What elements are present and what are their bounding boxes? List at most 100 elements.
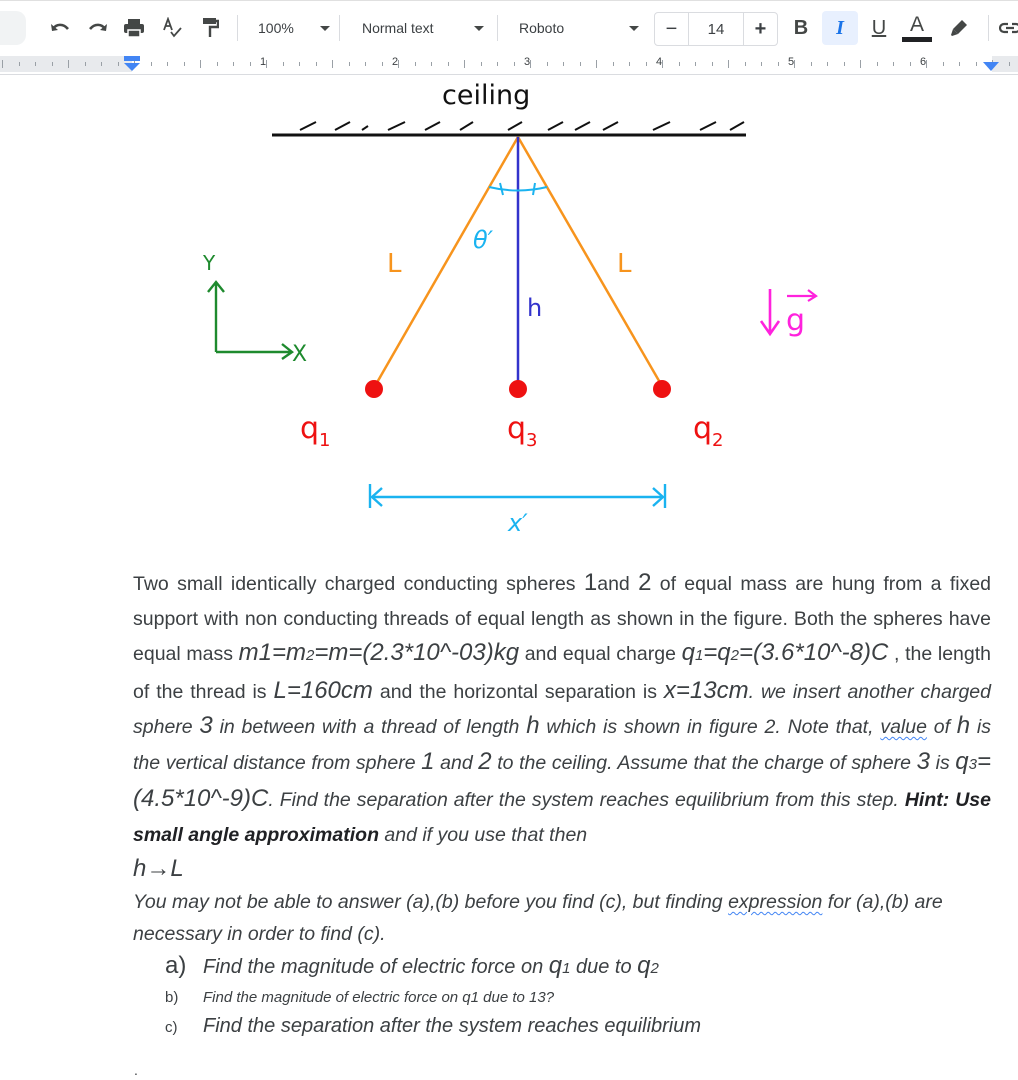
sphere-q2 <box>653 380 671 398</box>
ruler-number: 5 <box>788 56 795 68</box>
paragraph-style-value: Normal text <box>362 20 434 36</box>
ruler-tick <box>464 60 465 68</box>
left-indent-marker[interactable] <box>122 56 142 72</box>
font-size-decrease-button[interactable]: − <box>655 13 689 45</box>
ruler-tick <box>860 60 861 68</box>
right-indent-marker[interactable] <box>982 60 1000 72</box>
ruler-tick <box>794 60 795 68</box>
ruler-tick <box>728 60 729 68</box>
gravity-label: g <box>786 303 805 338</box>
ruler-tick <box>893 62 894 66</box>
ruler-tick <box>480 62 482 66</box>
print-button[interactable] <box>120 14 148 42</box>
question-c: c) Find the separation after the system r… <box>165 1015 702 1037</box>
ruler-tick <box>662 60 663 68</box>
ruler-tick <box>975 62 977 66</box>
ruler-tick <box>579 62 581 66</box>
highlight-color-button[interactable] <box>946 14 972 42</box>
ruler-tick <box>431 62 432 66</box>
ruler-number: 6 <box>920 56 927 68</box>
axis-y-label: Y <box>202 251 216 275</box>
thread-right-label: L <box>617 249 632 279</box>
underline-button[interactable]: U <box>866 14 892 42</box>
ruler-tick <box>744 62 746 66</box>
redo-icon <box>89 23 107 31</box>
bold-button[interactable]: B <box>788 14 814 42</box>
ruler-tick <box>2 60 3 68</box>
paint-format-button[interactable] <box>196 14 224 42</box>
ruler-number: 4 <box>656 56 663 68</box>
q2-subscript: 2 <box>712 430 723 451</box>
question-a: a) Find the magnitude of electric force o… <box>165 952 659 979</box>
physics-diagram: ceiling θ′ L L h Y X g q1 q3 q2 x′ <box>202 80 818 537</box>
ruler-number: 2 <box>392 56 399 68</box>
ruler-tick <box>249 62 251 66</box>
font-size-input[interactable]: 14 <box>689 13 744 45</box>
ruler-tick <box>18 62 20 66</box>
ruler-tick <box>233 62 234 66</box>
svg-text:q3: q3 <box>507 411 538 451</box>
ruler-tick <box>332 60 333 68</box>
link-icon <box>999 22 1018 34</box>
paragraph-style-select[interactable]: Normal text <box>362 14 492 42</box>
ceiling-label: ceiling <box>442 80 530 111</box>
q2-label: q <box>693 411 712 446</box>
ruler-tick <box>84 62 86 66</box>
question-list: a) Find the magnitude of electric force o… <box>165 950 991 1043</box>
ruler-tick <box>876 62 878 66</box>
ruler-tick <box>183 62 185 66</box>
chevron-down-icon <box>474 26 484 31</box>
ruler-tick <box>117 62 119 66</box>
zoom-select[interactable]: 100% <box>258 14 332 42</box>
ruler-tick <box>546 62 548 66</box>
horizontal-ruler[interactable]: 1 2 3 4 5 6 <box>0 54 1018 75</box>
ruler-tick <box>513 62 515 66</box>
ruler-tick <box>761 62 762 66</box>
charge-value: q1=q2=(3.6*10^-8)C <box>681 639 889 666</box>
toolbar: 100% Normal text Roboto − 14 + B I U A <box>0 0 1018 55</box>
ruler-tick <box>942 62 944 66</box>
q3-label: q <box>507 411 526 446</box>
ruler-tick <box>645 62 647 66</box>
problem-paragraph: Two small identically charged conducting… <box>133 569 992 846</box>
highlighter-icon <box>951 20 967 36</box>
h-label: h <box>527 294 542 322</box>
ruler-tick <box>612 62 614 66</box>
ruler-tick <box>381 62 383 66</box>
undo-button[interactable] <box>46 14 74 42</box>
ruler-tick <box>315 62 317 66</box>
toolbar-separator <box>497 15 498 41</box>
ruler-tick <box>150 62 152 66</box>
italic-button[interactable]: I <box>822 11 858 45</box>
ruler-tick <box>1008 62 1010 66</box>
ceiling-hatching <box>299 121 745 131</box>
font-size-increase-button[interactable]: + <box>744 13 777 45</box>
separation-dimension <box>368 484 667 508</box>
thread-left-label: L <box>387 249 402 279</box>
svg-text:q1: q1 <box>300 411 331 451</box>
spellcheck-expression[interactable]: expression <box>728 891 822 913</box>
document-body[interactable]: Two small identically charged conducting… <box>133 566 991 1043</box>
insert-link-button[interactable] <box>998 14 1018 42</box>
ruler-tick <box>596 60 597 68</box>
text-color-button[interactable]: A <box>902 14 932 42</box>
ruler-tick <box>398 60 399 68</box>
ruler-tick <box>414 62 416 66</box>
ruler-tick <box>810 62 812 66</box>
ruler-tick <box>200 60 201 68</box>
ruler-tick <box>68 60 69 68</box>
spellcheck-value[interactable]: value <box>880 716 927 738</box>
mass-value: m1=m2=m=(2.3*10^-03)kg <box>238 639 520 666</box>
charge-labels: q1 q3 q2 <box>300 411 724 451</box>
ruler-tick <box>216 62 218 66</box>
font-family-select[interactable]: Roboto <box>519 14 641 42</box>
ruler-tick <box>827 62 828 66</box>
font-size-stepper: − 14 + <box>654 12 778 46</box>
redo-button[interactable] <box>84 14 112 42</box>
ruler-number: 1 <box>260 56 267 68</box>
menu-search-box[interactable] <box>0 11 26 45</box>
spellcheck-button[interactable] <box>158 14 186 42</box>
axes: Y X <box>202 251 307 367</box>
sphere-q1 <box>365 380 383 398</box>
gravity-indicator: g <box>759 289 818 338</box>
